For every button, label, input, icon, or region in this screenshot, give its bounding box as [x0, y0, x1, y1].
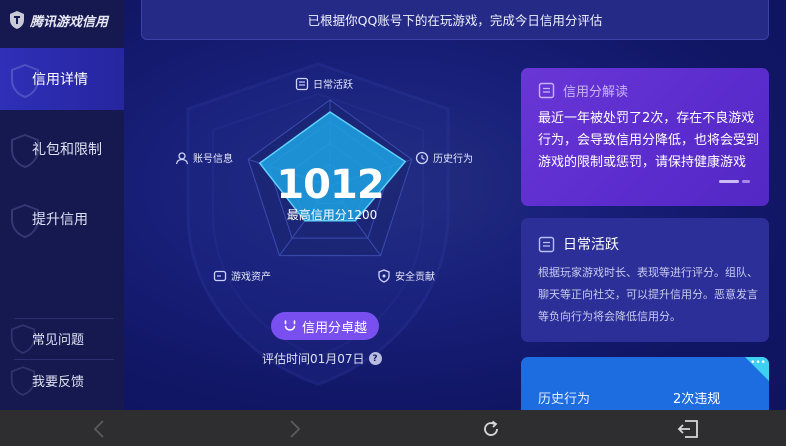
chevron-right-icon	[290, 420, 301, 438]
refresh-icon	[484, 420, 498, 436]
refresh-button[interactable]	[480, 418, 502, 440]
credit-level-button[interactable]: 信用分卓越	[271, 312, 379, 340]
radar-label-security: 安全贡献	[376, 268, 435, 283]
pager-dot	[742, 180, 750, 183]
sidebar-item-gifts-limits[interactable]: 礼包和限制	[0, 118, 124, 180]
app-title: 腾讯游戏信用	[30, 14, 109, 30]
card-body: 根据玩家游戏时长、表现等进行评分。组队、聊天等正向社交，可以提升信用分。恶意发言…	[538, 266, 758, 323]
sidebar-item-label: 提升信用	[32, 212, 88, 228]
evaluation-banner: 已根据你QQ账号下的在玩游戏，完成今日信用分评估	[141, 0, 769, 40]
clock-icon	[414, 150, 429, 165]
card-header: 信用分解读	[538, 81, 628, 100]
main-panel: 已根据你QQ账号下的在玩游戏，完成今日信用分评估 日常活跃 历史行为 安全贡献 …	[124, 0, 786, 410]
sidebar-item-label: 常见问题	[32, 332, 85, 348]
card-body: 最近一年被处罚了2次，存在不良游戏行为，会导致信用分降低，也将会受到游戏的限制或…	[538, 111, 760, 170]
exit-icon	[677, 420, 698, 438]
document-icon	[538, 82, 555, 99]
smile-icon	[284, 320, 296, 331]
help-icon[interactable]: ?	[368, 352, 382, 365]
sidebar: 腾讯游戏信用 信用详情 礼包和限制 提升信用 常见问题 我要反馈	[0, 0, 124, 410]
card-pager	[719, 180, 750, 183]
history-value: 2次违规	[673, 392, 721, 407]
chevron-left-icon	[93, 420, 104, 438]
history-behavior-card[interactable]: ••• 历史行为 2次违规	[521, 357, 769, 410]
document-icon	[538, 236, 555, 252]
sidebar-item-faq[interactable]: 常见问题	[0, 320, 124, 356]
sidebar-item-credit-details[interactable]: 信用详情	[0, 48, 124, 110]
wallet-icon	[212, 268, 227, 283]
card-header: 日常活跃	[538, 234, 619, 254]
evaluation-time: 评估时间01月07日 ?	[262, 350, 382, 367]
sidebar-item-improve-credit[interactable]: 提升信用	[0, 188, 124, 250]
radar-label-assets: 游戏资产	[212, 268, 271, 283]
more-icon: •••	[750, 358, 766, 368]
shield-logo-icon	[10, 11, 24, 29]
history-label: 历史行为	[538, 392, 591, 407]
pager-dot-active	[719, 180, 739, 183]
back-button[interactable]	[88, 418, 110, 440]
card-title: 信用分解读	[563, 85, 629, 100]
document-icon	[294, 76, 309, 91]
radar-label-history: 历史行为	[414, 150, 473, 165]
credit-interpretation-card: 信用分解读 最近一年被处罚了2次，存在不良游戏行为，会导致信用分降低，也将会受到…	[521, 68, 769, 206]
system-nav-bar	[0, 410, 786, 446]
sidebar-item-label: 礼包和限制	[32, 142, 102, 158]
sidebar-item-label: 信用详情	[32, 72, 88, 88]
exit-button[interactable]	[677, 418, 699, 440]
credit-score: 1012	[276, 162, 384, 208]
max-credit-score: 最高信用分1200	[286, 208, 378, 222]
sidebar-item-label: 我要反馈	[32, 374, 85, 390]
daily-active-card[interactable]: 日常活跃 根据玩家游戏时长、表现等进行评分。组队、聊天等正向社交，可以提升信用分…	[521, 218, 769, 342]
radar-label-daily-active: 日常活跃	[294, 76, 353, 91]
radar-label-account: 账号信息	[174, 150, 233, 165]
forward-button[interactable]	[284, 418, 306, 440]
divider	[14, 359, 114, 360]
sidebar-item-feedback[interactable]: 我要反馈	[0, 362, 124, 398]
divider	[14, 318, 114, 319]
shield-check-icon	[376, 268, 391, 283]
user-icon	[174, 150, 189, 165]
app-logo: 腾讯游戏信用	[8, 10, 108, 30]
card-title: 日常活跃	[563, 237, 619, 253]
banner-text: 已根据你QQ账号下的在玩游戏，完成今日信用分评估	[307, 13, 603, 28]
